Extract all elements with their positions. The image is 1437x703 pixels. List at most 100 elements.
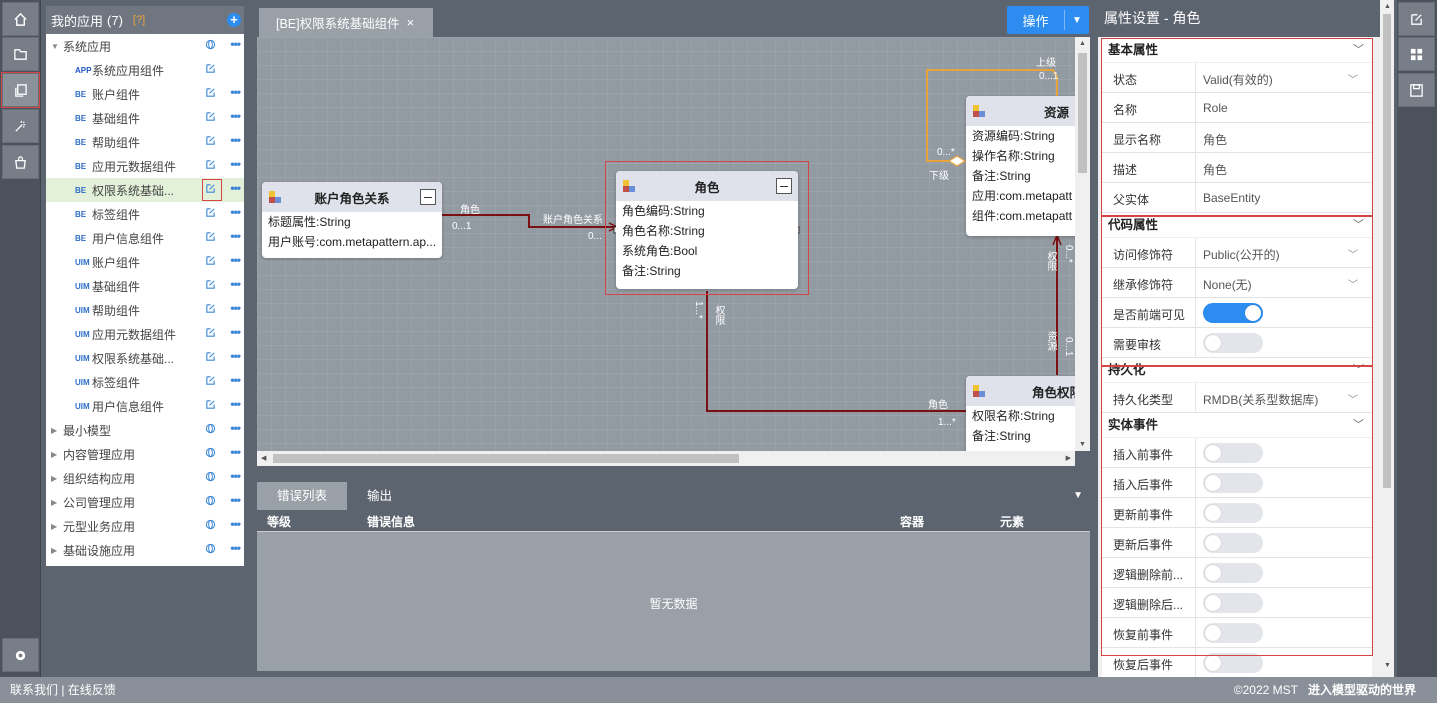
operation-button[interactable]: 操作 ▼: [1007, 6, 1089, 34]
shopping-bag-icon[interactable]: [2, 145, 39, 179]
collapse-icon[interactable]: [420, 189, 436, 205]
chevron-down-icon[interactable]: ﹀: [1353, 358, 1364, 382]
entity-role-permission[interactable]: 角色权限 权限名称:String 备注:String: [966, 376, 1075, 451]
tree-item[interactable]: UIM 账户组件 •••: [46, 250, 244, 274]
tree-item[interactable]: BE 标签组件 •••: [46, 202, 244, 226]
more-icon[interactable]: •••: [230, 181, 241, 195]
tree-item[interactable]: BE 基础组件 •••: [46, 106, 244, 130]
chevron-down-icon[interactable]: ﹀: [1348, 276, 1358, 291]
canvas-horizontal-scrollbar[interactable]: ◀ ▶: [257, 451, 1075, 466]
diagram-canvas[interactable]: 账户角色关系 标题属性:String 用户账号:com.metapattern.…: [257, 37, 1075, 451]
edit-icon[interactable]: [205, 255, 216, 266]
edit-icon[interactable]: [205, 303, 216, 314]
edit-icon[interactable]: [205, 327, 216, 338]
globe-icon[interactable]: [205, 519, 216, 530]
home-icon[interactable]: [2, 2, 39, 36]
property-input[interactable]: Role: [1203, 101, 1228, 115]
tree-group[interactable]: ▶ 最小模型 •••: [46, 418, 244, 442]
property-input[interactable]: 角色: [1203, 161, 1227, 178]
more-icon[interactable]: •••: [230, 469, 241, 483]
more-icon[interactable]: •••: [230, 133, 241, 147]
edit-icon[interactable]: [205, 135, 216, 146]
edit-icon[interactable]: [205, 231, 216, 242]
chevron-down-icon[interactable]: ﹀: [1348, 71, 1358, 86]
tree-item[interactable]: APP 系统应用组件: [46, 58, 244, 82]
chevron-right-icon[interactable]: ▶: [51, 450, 61, 459]
property-select[interactable]: None(无): [1203, 276, 1252, 293]
contact-feedback-link[interactable]: 联系我们 | 在线反馈: [10, 677, 116, 703]
tree-item[interactable]: UIM 权限系统基础... •••: [46, 346, 244, 370]
edit-icon[interactable]: [205, 375, 216, 386]
property-input[interactable]: 角色: [1203, 131, 1227, 148]
canvas-vertical-scrollbar[interactable]: ▲ ▼: [1075, 37, 1090, 451]
edit-icon[interactable]: [205, 207, 216, 218]
property-select[interactable]: Public(公开的): [1203, 246, 1280, 263]
tree-item[interactable]: BE 应用元数据组件 •••: [46, 154, 244, 178]
grid-icon[interactable]: [1398, 37, 1435, 71]
more-icon[interactable]: •••: [230, 493, 241, 507]
edit-icon[interactable]: [205, 159, 216, 170]
property-input[interactable]: BaseEntity: [1203, 191, 1260, 205]
more-icon[interactable]: •••: [230, 205, 241, 219]
tree-group[interactable]: ▼ 系统应用 •••: [46, 34, 244, 58]
globe-icon[interactable]: [205, 495, 216, 506]
tree-item[interactable]: UIM 基础组件 •••: [46, 274, 244, 298]
more-icon[interactable]: •••: [230, 397, 241, 411]
section-header[interactable]: 代码属性 ﹀: [1102, 213, 1372, 237]
collapse-icon[interactable]: [776, 178, 792, 194]
entity-role[interactable]: 角色 角色编码:String 角色名称:String 系统角色:Bool 备注:…: [616, 171, 798, 289]
tree-item[interactable]: UIM 帮助组件 •••: [46, 298, 244, 322]
chevron-right-icon[interactable]: ▶: [51, 546, 61, 555]
tree-item[interactable]: BE 用户信息组件 •••: [46, 226, 244, 250]
edit-icon[interactable]: [1398, 2, 1435, 36]
chevron-right-icon[interactable]: ▶: [51, 474, 61, 483]
chevron-down-icon[interactable]: ﹀: [1353, 413, 1364, 437]
chevron-down-icon[interactable]: ﹀: [1353, 38, 1364, 62]
help-link[interactable]: [?]: [133, 14, 145, 26]
chevron-down-icon[interactable]: ﹀: [1353, 213, 1364, 237]
section-header[interactable]: 实体事件 ﹀: [1102, 413, 1372, 437]
edit-icon[interactable]: [205, 399, 216, 410]
globe-icon[interactable]: [205, 39, 216, 50]
more-icon[interactable]: •••: [230, 373, 241, 387]
entity-resource[interactable]: 资源 资源编码:String 操作名称:String 备注:String 应用:…: [966, 96, 1075, 236]
toggle-switch[interactable]: [1203, 623, 1263, 643]
property-select[interactable]: Valid(有效的): [1203, 71, 1273, 88]
add-app-icon[interactable]: +: [227, 13, 241, 27]
tree-group[interactable]: ▶ 内容管理应用 •••: [46, 442, 244, 466]
section-header[interactable]: 基本属性 ﹀: [1102, 38, 1372, 62]
chevron-down-icon[interactable]: ▼: [51, 42, 61, 51]
globe-icon[interactable]: [205, 447, 216, 458]
tree-group[interactable]: ▶ 组织结构应用 •••: [46, 466, 244, 490]
chevron-down-icon[interactable]: ▼: [1065, 15, 1089, 26]
toggle-switch[interactable]: [1203, 473, 1263, 493]
settings-gear-icon[interactable]: [2, 638, 39, 672]
more-icon[interactable]: •••: [230, 37, 241, 51]
chevron-right-icon[interactable]: ▶: [51, 498, 61, 507]
property-scrollbar[interactable]: ▲ ▼: [1380, 0, 1394, 677]
more-icon[interactable]: •••: [230, 109, 241, 123]
chevron-right-icon[interactable]: ▶: [51, 426, 61, 435]
magic-wand-icon[interactable]: [2, 109, 39, 143]
tree-group[interactable]: ▶ 基础设施应用 •••: [46, 538, 244, 562]
chevron-right-icon[interactable]: ▶: [51, 522, 61, 531]
more-icon[interactable]: •••: [230, 253, 241, 267]
more-icon[interactable]: •••: [230, 229, 241, 243]
more-icon[interactable]: •••: [230, 157, 241, 171]
toggle-switch[interactable]: [1203, 533, 1263, 553]
more-icon[interactable]: •••: [230, 517, 241, 531]
toggle-switch[interactable]: [1203, 653, 1263, 673]
tab-output[interactable]: 输出: [347, 482, 412, 510]
chevron-down-icon[interactable]: ﹀: [1348, 391, 1358, 406]
tab-error-list[interactable]: 错误列表: [257, 482, 348, 510]
toggle-switch[interactable]: [1203, 593, 1263, 613]
toggle-switch[interactable]: [1203, 563, 1263, 583]
section-header[interactable]: 持久化 ﹀: [1102, 358, 1372, 382]
chevron-down-icon[interactable]: ﹀: [1348, 246, 1358, 261]
globe-icon[interactable]: [205, 423, 216, 434]
more-icon[interactable]: •••: [230, 349, 241, 363]
edit-icon[interactable]: [205, 63, 216, 74]
tree-item[interactable]: UIM 应用元数据组件 •••: [46, 322, 244, 346]
tree-item[interactable]: BE 账户组件 •••: [46, 82, 244, 106]
toggle-switch[interactable]: [1203, 503, 1263, 523]
